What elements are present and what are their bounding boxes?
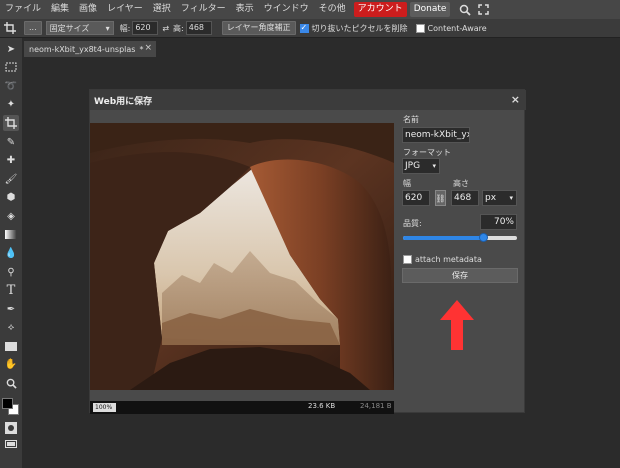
crop-tool-icon[interactable] (3, 115, 19, 131)
unit-select[interactable]: px ▾ (482, 190, 517, 206)
save-button[interactable]: 保存 (402, 268, 518, 283)
name-label: 名前 (403, 115, 419, 124)
content-aware-label: Content-Aware (427, 23, 487, 33)
foreground-color-swatch[interactable] (2, 398, 13, 409)
menu-edit[interactable]: 編集 (46, 0, 74, 19)
healing-tool-icon[interactable]: ✚ (3, 152, 19, 168)
link-proportions-icon[interactable]: ⛓ (435, 190, 446, 206)
chevron-down-icon: ▾ (509, 194, 513, 202)
delete-cropped-checkbox[interactable] (299, 23, 309, 33)
quality-label: 品質: (403, 219, 422, 228)
document-tab-label: neom-kXbit_yx8t4-unsplas (29, 44, 136, 54)
height-label: 高さ (453, 179, 469, 188)
shape-tool-icon[interactable] (3, 338, 19, 354)
zoom-tool-icon[interactable] (3, 375, 19, 391)
straighten-layer-button[interactable]: レイヤー角度補正 (221, 21, 296, 35)
marquee-tool-icon[interactable] (3, 59, 19, 75)
modified-indicator: * (139, 44, 144, 54)
hand-tool-icon[interactable]: ✋ (3, 356, 19, 372)
brush-tool-icon[interactable]: 🖌 (3, 171, 19, 187)
menu-file[interactable]: ファイル (0, 0, 46, 19)
attach-metadata-label: attach metadata (415, 255, 482, 264)
quality-slider[interactable] (403, 233, 517, 242)
search-icon[interactable] (456, 0, 474, 19)
menu-select[interactable]: 選択 (148, 0, 176, 19)
crop-preset-select[interactable]: 固定サイズ ▾ (45, 21, 114, 35)
menu-more[interactable]: その他 (314, 0, 351, 19)
zoom-level: 100% (93, 403, 116, 412)
crop-height-label: 高: (173, 23, 184, 33)
dialog-title: Web用に保存 (94, 96, 153, 107)
stamp-tool-icon[interactable]: ⬢ (3, 189, 19, 205)
content-aware-option[interactable]: Content-Aware (415, 23, 487, 33)
account-button[interactable]: アカウント (353, 2, 407, 17)
menu-image[interactable]: 画像 (74, 0, 102, 19)
fullscreen-icon[interactable] (474, 0, 492, 19)
menu-filter[interactable]: フィルター (176, 0, 231, 19)
text-tool-icon[interactable]: T (3, 282, 19, 298)
menu-layer[interactable]: レイヤー (102, 0, 148, 19)
dodge-tool-icon[interactable]: ⚲ (3, 264, 19, 280)
screen-mode-icon[interactable] (3, 436, 19, 452)
options-more-button[interactable]: ... (24, 21, 42, 35)
width-label: 幅 (403, 179, 411, 188)
document-tab-bar: neom-kXbit_yx8t4-unsplas * × (22, 38, 620, 58)
delete-cropped-label: 切り抜いたピクセルを削除 (311, 23, 408, 33)
magic-wand-tool-icon[interactable]: ✦ (3, 96, 19, 112)
crop-height-input[interactable]: 468 (185, 21, 212, 35)
quality-input[interactable]: 70% (480, 214, 517, 230)
eraser-tool-icon[interactable]: ◈ (3, 208, 19, 224)
crop-preset-value: 固定サイズ (49, 23, 90, 33)
quality-slider-fill (403, 236, 483, 240)
swap-icon[interactable]: ⇄ (162, 24, 169, 33)
attach-metadata-option[interactable]: attach metadata (403, 255, 482, 264)
height-input[interactable]: 468 (451, 190, 479, 206)
content-aware-checkbox[interactable] (415, 23, 425, 33)
crop-width-label: 幅: (119, 23, 131, 33)
menu-bar: ファイル 編集 画像 レイヤー 選択 フィルター 表示 ウインドウ その他 アカ… (0, 0, 620, 19)
gradient-tool-icon[interactable] (3, 226, 19, 242)
blur-tool-icon[interactable]: 💧 (3, 245, 19, 261)
save-for-web-dialog: Web用に保存 × 100% 23.6 KB 24,181 B 名前 neom-… (89, 89, 526, 414)
arrow-up-icon (440, 300, 474, 350)
file-size-bytes: 24,181 B (360, 402, 392, 410)
file-size-kb: 23.6 KB (308, 402, 336, 410)
preview-status-bar: 100% 23.6 KB 24,181 B (90, 401, 394, 414)
eyedropper-tool-icon[interactable]: ✎ (3, 134, 19, 150)
chevron-down-icon: ▾ (105, 23, 110, 33)
dialog-close-icon[interactable]: × (511, 93, 520, 106)
options-bar: ... 固定サイズ ▾ 幅: 620 ⇄ 高: 468 レイヤー角度補正 切り抜… (0, 19, 620, 38)
delete-cropped-option[interactable]: 切り抜いたピクセルを削除 (299, 23, 408, 34)
format-value: JPG (405, 161, 421, 171)
dialog-title-bar: Web用に保存 × (90, 90, 526, 110)
tab-close-icon[interactable]: × (144, 43, 152, 53)
move-tool-icon[interactable]: ➤ (3, 41, 19, 57)
image-preview (90, 123, 394, 390)
unit-value: px (485, 193, 497, 203)
quality-slider-handle[interactable] (478, 233, 488, 242)
chevron-down-icon: ▾ (432, 162, 436, 170)
file-name-input[interactable]: neom-kXbit_yx8 (402, 127, 470, 143)
donate-button[interactable]: Donate (409, 2, 451, 17)
menu-view[interactable]: 表示 (231, 0, 259, 19)
format-label: フォーマット (403, 148, 451, 157)
quick-mask-icon[interactable] (3, 420, 19, 436)
document-tab[interactable]: neom-kXbit_yx8t4-unsplas * × (24, 41, 156, 57)
width-input[interactable]: 620 (402, 190, 430, 206)
crop-icon (0, 19, 20, 38)
menu-window[interactable]: ウインドウ (259, 0, 314, 19)
toolbox: ➤ ➰ ✦ ✎ ✚ 🖌 ⬢ ◈ 💧 ⚲ T ✒ ⟡ ✋ (0, 38, 22, 468)
attach-metadata-checkbox[interactable] (403, 255, 412, 264)
path-select-tool-icon[interactable]: ⟡ (3, 319, 19, 335)
pen-tool-icon[interactable]: ✒ (3, 301, 19, 317)
crop-width-input[interactable]: 620 (132, 21, 159, 35)
lasso-tool-icon[interactable]: ➰ (3, 78, 19, 94)
format-select[interactable]: JPG ▾ (402, 158, 440, 174)
